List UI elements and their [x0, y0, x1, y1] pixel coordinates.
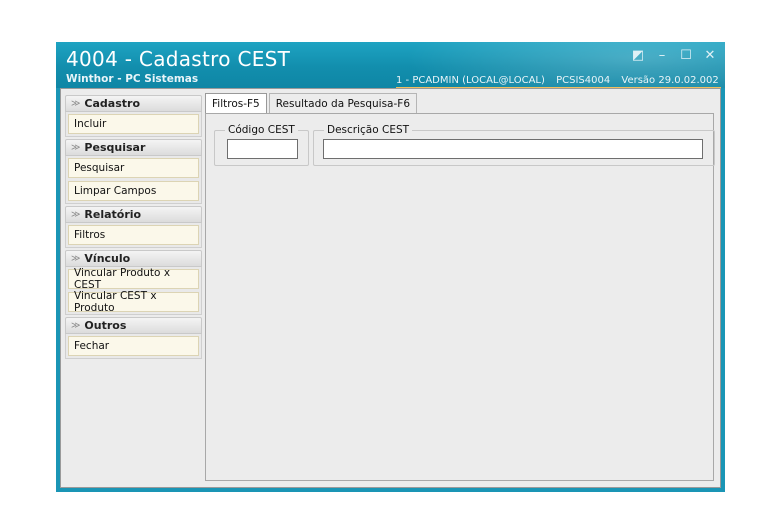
window-content: ≫ Cadastro Incluir ≫ Pesquisar Pesquisar…: [60, 88, 721, 488]
window-controls: ◩ – ☐ ✕: [631, 48, 717, 63]
restore-icon[interactable]: ◩: [631, 48, 645, 63]
chevron-down-icon: ≫: [71, 320, 81, 331]
session-status: 1 - PCADMIN (LOCAL@LOCAL) PCSIS4004 Vers…: [396, 75, 721, 88]
group-label: Relatório: [84, 208, 142, 221]
main-area: Filtros-F5 Resultado da Pesquisa-F6 Códi…: [205, 93, 715, 481]
chevron-down-icon: ≫: [71, 209, 81, 220]
chevron-down-icon: ≫: [71, 98, 81, 109]
group-label: Vínculo: [84, 252, 131, 265]
close-icon[interactable]: ✕: [703, 48, 717, 63]
filtros-button[interactable]: Filtros: [68, 225, 199, 245]
group-label: Pesquisar: [84, 141, 146, 154]
group-header-pesquisar[interactable]: ≫ Pesquisar: [65, 139, 202, 156]
version-label: Versão 29.0.02.002: [621, 75, 719, 86]
group-body-outros: Fechar: [65, 334, 202, 359]
group-header-outros[interactable]: ≫ Outros: [65, 317, 202, 334]
descricao-cest-label: Descrição CEST: [327, 124, 410, 136]
group-header-vinculo[interactable]: ≫ Vínculo: [65, 250, 202, 267]
window-title: 4004 - Cadastro CEST: [66, 47, 291, 71]
limpar-campos-button[interactable]: Limpar Campos: [68, 181, 199, 201]
user-status: 1 - PCADMIN (LOCAL@LOCAL): [396, 75, 545, 86]
chevron-down-icon: ≫: [71, 142, 81, 153]
chevron-down-icon: ≫: [71, 253, 81, 264]
incluir-button[interactable]: Incluir: [68, 114, 199, 134]
group-body-relatorio: Filtros: [65, 223, 202, 248]
descricao-cest-input[interactable]: [323, 139, 703, 159]
maximize-icon[interactable]: ☐: [679, 48, 693, 63]
pesquisar-button[interactable]: Pesquisar: [68, 158, 199, 178]
fechar-button[interactable]: Fechar: [68, 336, 199, 356]
codigo-cest-input[interactable]: [227, 139, 298, 159]
group-label: Outros: [84, 319, 127, 332]
app-window: 4004 - Cadastro CEST Winthor - PC Sistem…: [56, 42, 725, 492]
tab-resultado-pesquisa[interactable]: Resultado da Pesquisa-F6: [268, 93, 417, 113]
action-sidebar: ≫ Cadastro Incluir ≫ Pesquisar Pesquisar…: [65, 93, 202, 359]
program-code: PCSIS4004: [556, 75, 611, 86]
group-body-vinculo: Vincular Produto x CEST Vincular CEST x …: [65, 267, 202, 315]
title-bar[interactable]: 4004 - Cadastro CEST Winthor - PC Sistem…: [56, 42, 725, 88]
minimize-icon[interactable]: –: [655, 48, 669, 63]
group-body-cadastro: Incluir: [65, 112, 202, 137]
window-subtitle: Winthor - PC Sistemas: [66, 73, 199, 85]
vincular-produto-cest-button[interactable]: Vincular Produto x CEST: [68, 267, 199, 291]
vincular-cest-produto-button[interactable]: Vincular CEST x Produto: [68, 290, 199, 314]
group-label: Cadastro: [84, 97, 141, 110]
group-header-relatorio[interactable]: ≫ Relatório: [65, 206, 202, 223]
group-header-cadastro[interactable]: ≫ Cadastro: [65, 95, 202, 112]
filtros-panel: Código CEST Descrição CEST: [205, 113, 715, 481]
group-body-pesquisar: Pesquisar Limpar Campos: [65, 156, 202, 204]
tab-bar: Filtros-F5 Resultado da Pesquisa-F6: [205, 93, 419, 113]
codigo-cest-label: Código CEST: [228, 124, 295, 136]
tab-filtros[interactable]: Filtros-F5: [205, 93, 267, 113]
